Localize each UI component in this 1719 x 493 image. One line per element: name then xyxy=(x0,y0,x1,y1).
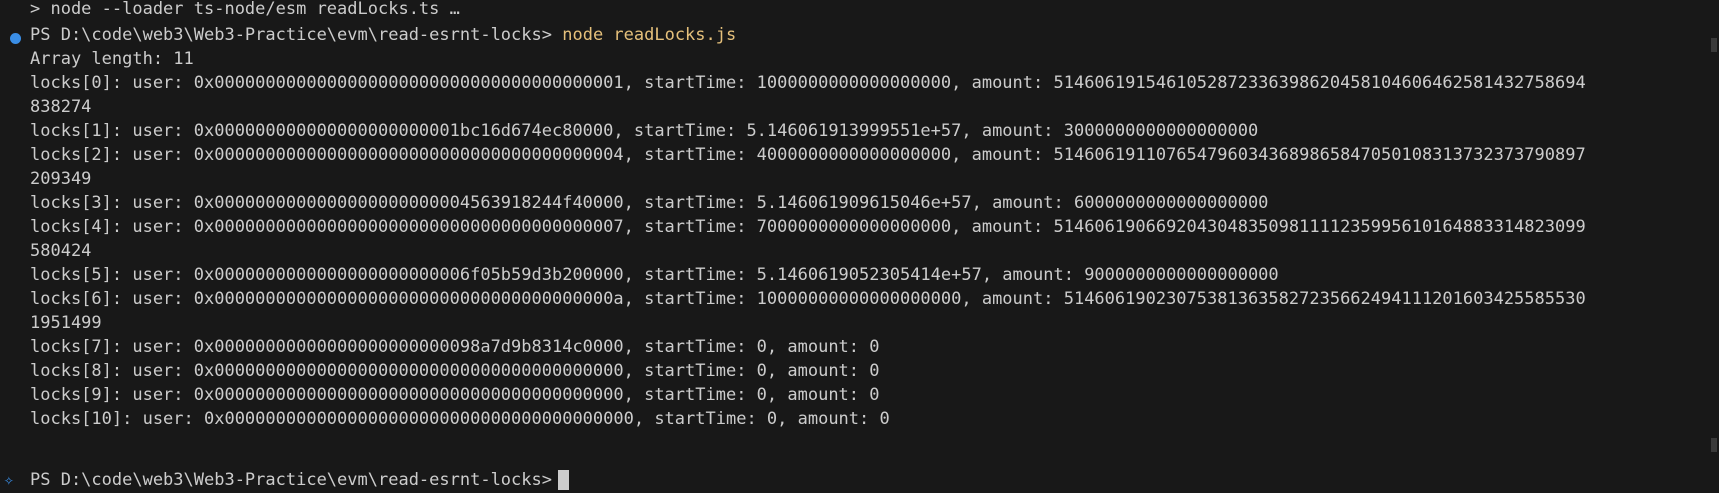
output-line: locks[3]: user: 0x0000000000000000000000… xyxy=(30,193,1269,213)
array-length-line: Array length: 11 xyxy=(30,49,194,69)
output-line: locks[6]: user: 0x0000000000000000000000… xyxy=(30,289,1586,309)
prompt-path: PS D:\code\web3\Web3-Practice\evm\read-e… xyxy=(30,25,552,45)
command-status-dot-icon[interactable] xyxy=(10,33,21,44)
output-line: locks[5]: user: 0x0000000000000000000000… xyxy=(30,265,1279,285)
output-line: locks[0]: user: 0x0000000000000000000000… xyxy=(30,73,1586,93)
previous-command-line: > node --loader ts-node/esm readLocks.ts… xyxy=(30,0,460,19)
output-line: locks[4]: user: 0x0000000000000000000000… xyxy=(30,217,1586,237)
output-line: locks[2]: user: 0x0000000000000000000000… xyxy=(30,145,1586,165)
output-line: locks[7]: user: 0x0000000000000000000000… xyxy=(30,337,880,357)
prompt-path-2: PS D:\code\web3\Web3-Practice\evm\read-e… xyxy=(30,470,552,490)
output-line: locks[8]: user: 0x0000000000000000000000… xyxy=(30,361,880,381)
output-line: 209349 xyxy=(30,169,92,189)
vertical-scrollbar[interactable] xyxy=(1707,0,1719,491)
output-line: 580424 xyxy=(30,241,92,261)
sparkle-icon[interactable]: ✧ xyxy=(4,470,24,490)
scrollbar-marker-top xyxy=(1711,38,1717,52)
output-line: 838274 xyxy=(30,97,92,117)
scrollbar-marker-bottom xyxy=(1711,438,1717,452)
output-line: 1951499 xyxy=(30,313,102,333)
text-cursor xyxy=(557,470,569,490)
prompt-line-1: PS D:\code\web3\Web3-Practice\evm\read-e… xyxy=(30,22,736,48)
prompt-line-2[interactable]: PS D:\code\web3\Web3-Practice\evm\read-e… xyxy=(30,467,569,493)
terminal-panel[interactable]: > node --loader ts-node/esm readLocks.ts… xyxy=(0,0,1719,491)
output-line: locks[9]: user: 0x0000000000000000000000… xyxy=(30,385,880,405)
output-line: locks[1]: user: 0x0000000000000000000000… xyxy=(30,121,1259,141)
output-line: locks[10]: user: 0x000000000000000000000… xyxy=(30,409,890,429)
command-text: node readLocks.js xyxy=(562,25,737,45)
